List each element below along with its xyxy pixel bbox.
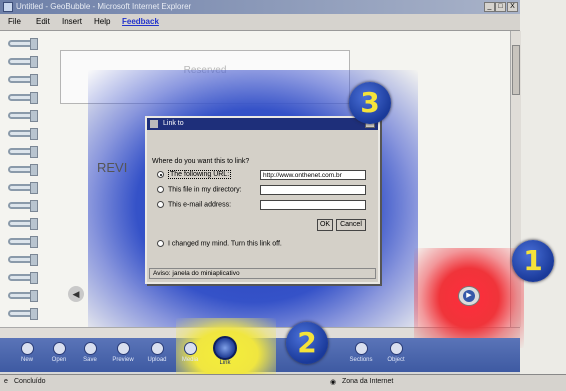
menu-feedback-link[interactable]: Feedback — [122, 17, 159, 26]
upload-icon — [150, 342, 164, 355]
toolbar-preview-label: Preview — [112, 357, 134, 363]
spiral-coil — [6, 162, 44, 178]
media-icon — [183, 342, 197, 355]
title-bar: Untitled - GeoBubble - Microsoft Interne… — [0, 0, 520, 14]
file-input[interactable] — [260, 185, 366, 195]
option-email[interactable]: This e-mail address: — [157, 201, 231, 208]
dialog-question: Where do you want this to link? — [152, 158, 250, 165]
browser-icon — [3, 2, 13, 12]
option-url-label: The following URL: — [168, 170, 232, 180]
status-bar: e Concluído ◉ Zona da Internet — [0, 374, 566, 391]
option-url[interactable]: The following URL: — [157, 170, 232, 180]
next-page-button[interactable]: ▶ — [458, 286, 480, 306]
callout-1: 1 — [512, 240, 554, 282]
page-heading: REVI — [97, 160, 128, 175]
toolbar-link-button[interactable]: Link — [210, 336, 240, 370]
toolbar-open-label: Open — [51, 357, 67, 363]
radio-email[interactable] — [157, 201, 164, 208]
window-title: Untitled - GeoBubble - Microsoft Interne… — [16, 2, 192, 11]
option-file[interactable]: This file in my directory: — [157, 186, 242, 193]
option-unlink-label: I changed my mind. Turn this link off. — [168, 240, 282, 248]
toolbar-save-button[interactable]: Save — [75, 342, 105, 370]
toolbar-save-label: Save — [83, 357, 97, 363]
spiral-coil — [6, 36, 44, 52]
link-to-dialog: Link to x Where do you want this to link… — [145, 116, 380, 284]
option-file-label: This file in my directory: — [168, 186, 242, 194]
menu-bar: File Edit Insert Help Feedback — [0, 14, 520, 31]
maximize-button[interactable]: □ — [495, 2, 506, 12]
toolbar-sections-label: Sections — [349, 357, 373, 363]
spiral-binding — [6, 36, 46, 336]
spiral-coil — [6, 288, 44, 304]
radio-file[interactable] — [157, 186, 164, 193]
status-text: Concluído — [14, 378, 46, 385]
spiral-coil — [6, 198, 44, 214]
menu-insert[interactable]: Insert — [62, 17, 82, 26]
toolbar-new-label: New — [20, 357, 33, 363]
toolbar-media-button[interactable]: Media — [175, 342, 205, 370]
new-icon — [20, 342, 34, 355]
browser-window: Untitled - GeoBubble - Microsoft Interne… — [0, 0, 566, 391]
spiral-coil — [6, 216, 44, 232]
object-icon — [389, 342, 403, 355]
dialog-title: Link to — [163, 120, 184, 127]
background-strip — [520, 0, 566, 374]
close-button[interactable]: X — [507, 2, 518, 12]
sections-icon — [354, 342, 368, 355]
option-email-label: This e-mail address: — [168, 201, 232, 209]
spiral-coil — [6, 180, 44, 196]
radio-url[interactable] — [157, 171, 164, 178]
toolbar-object-label: Object — [387, 357, 405, 363]
spiral-coil — [6, 54, 44, 70]
spiral-coil — [6, 144, 44, 160]
radio-unlink[interactable] — [157, 240, 164, 247]
toolbar-media-label: Media — [181, 357, 199, 363]
email-input[interactable] — [260, 200, 366, 210]
ok-button[interactable]: OK — [317, 219, 333, 231]
link-icon — [213, 336, 237, 360]
toolbar-preview-button[interactable]: Preview — [108, 342, 138, 370]
toolbar-upload-label: Upload — [147, 357, 167, 363]
url-input[interactable]: http://www.onthenet.com.br — [260, 170, 366, 180]
spiral-coil — [6, 234, 44, 250]
internet-zone-icon: ◉ — [330, 379, 337, 386]
spiral-coil — [6, 108, 44, 124]
status-zone: Zona da Internet — [342, 378, 394, 385]
preview-icon — [116, 342, 130, 355]
open-icon — [52, 342, 66, 355]
status-page-icon: e — [4, 378, 8, 385]
spiral-coil — [6, 72, 44, 88]
save-icon — [83, 342, 97, 355]
dialog-icon — [150, 120, 158, 128]
cancel-button[interactable]: Cancel — [336, 219, 366, 231]
toolbar-open-button[interactable]: Open — [44, 342, 74, 370]
play-arrow-icon: ▶ — [463, 290, 475, 302]
toolbar-upload-button[interactable]: Upload — [142, 342, 172, 370]
callout-2: 2 — [286, 322, 328, 364]
spiral-coil — [6, 126, 44, 142]
menu-file[interactable]: File — [8, 17, 21, 26]
menu-help[interactable]: Help — [94, 17, 110, 26]
toolbar-object-button[interactable]: Object — [381, 342, 411, 370]
toolbar-link-label: Link — [219, 360, 231, 366]
callout-3: 3 — [349, 82, 391, 124]
minimize-button[interactable]: _ — [484, 2, 495, 12]
menu-edit[interactable]: Edit — [36, 17, 50, 26]
toolbar-new-button[interactable]: New — [12, 342, 42, 370]
option-unlink[interactable]: I changed my mind. Turn this link off. — [157, 240, 282, 247]
dialog-status-bar: Aviso: janela do miniaplicativo — [149, 268, 376, 279]
spiral-coil — [6, 306, 44, 322]
spiral-coil — [6, 90, 44, 106]
spiral-coil — [6, 270, 44, 286]
toolbar-sections-button[interactable]: Sections — [346, 342, 376, 370]
scrollbar-thumb[interactable] — [512, 45, 520, 95]
spiral-coil — [6, 252, 44, 268]
previous-page-arrow-icon[interactable]: ◀ — [68, 286, 84, 302]
dialog-title-bar: Link to x — [147, 118, 378, 130]
